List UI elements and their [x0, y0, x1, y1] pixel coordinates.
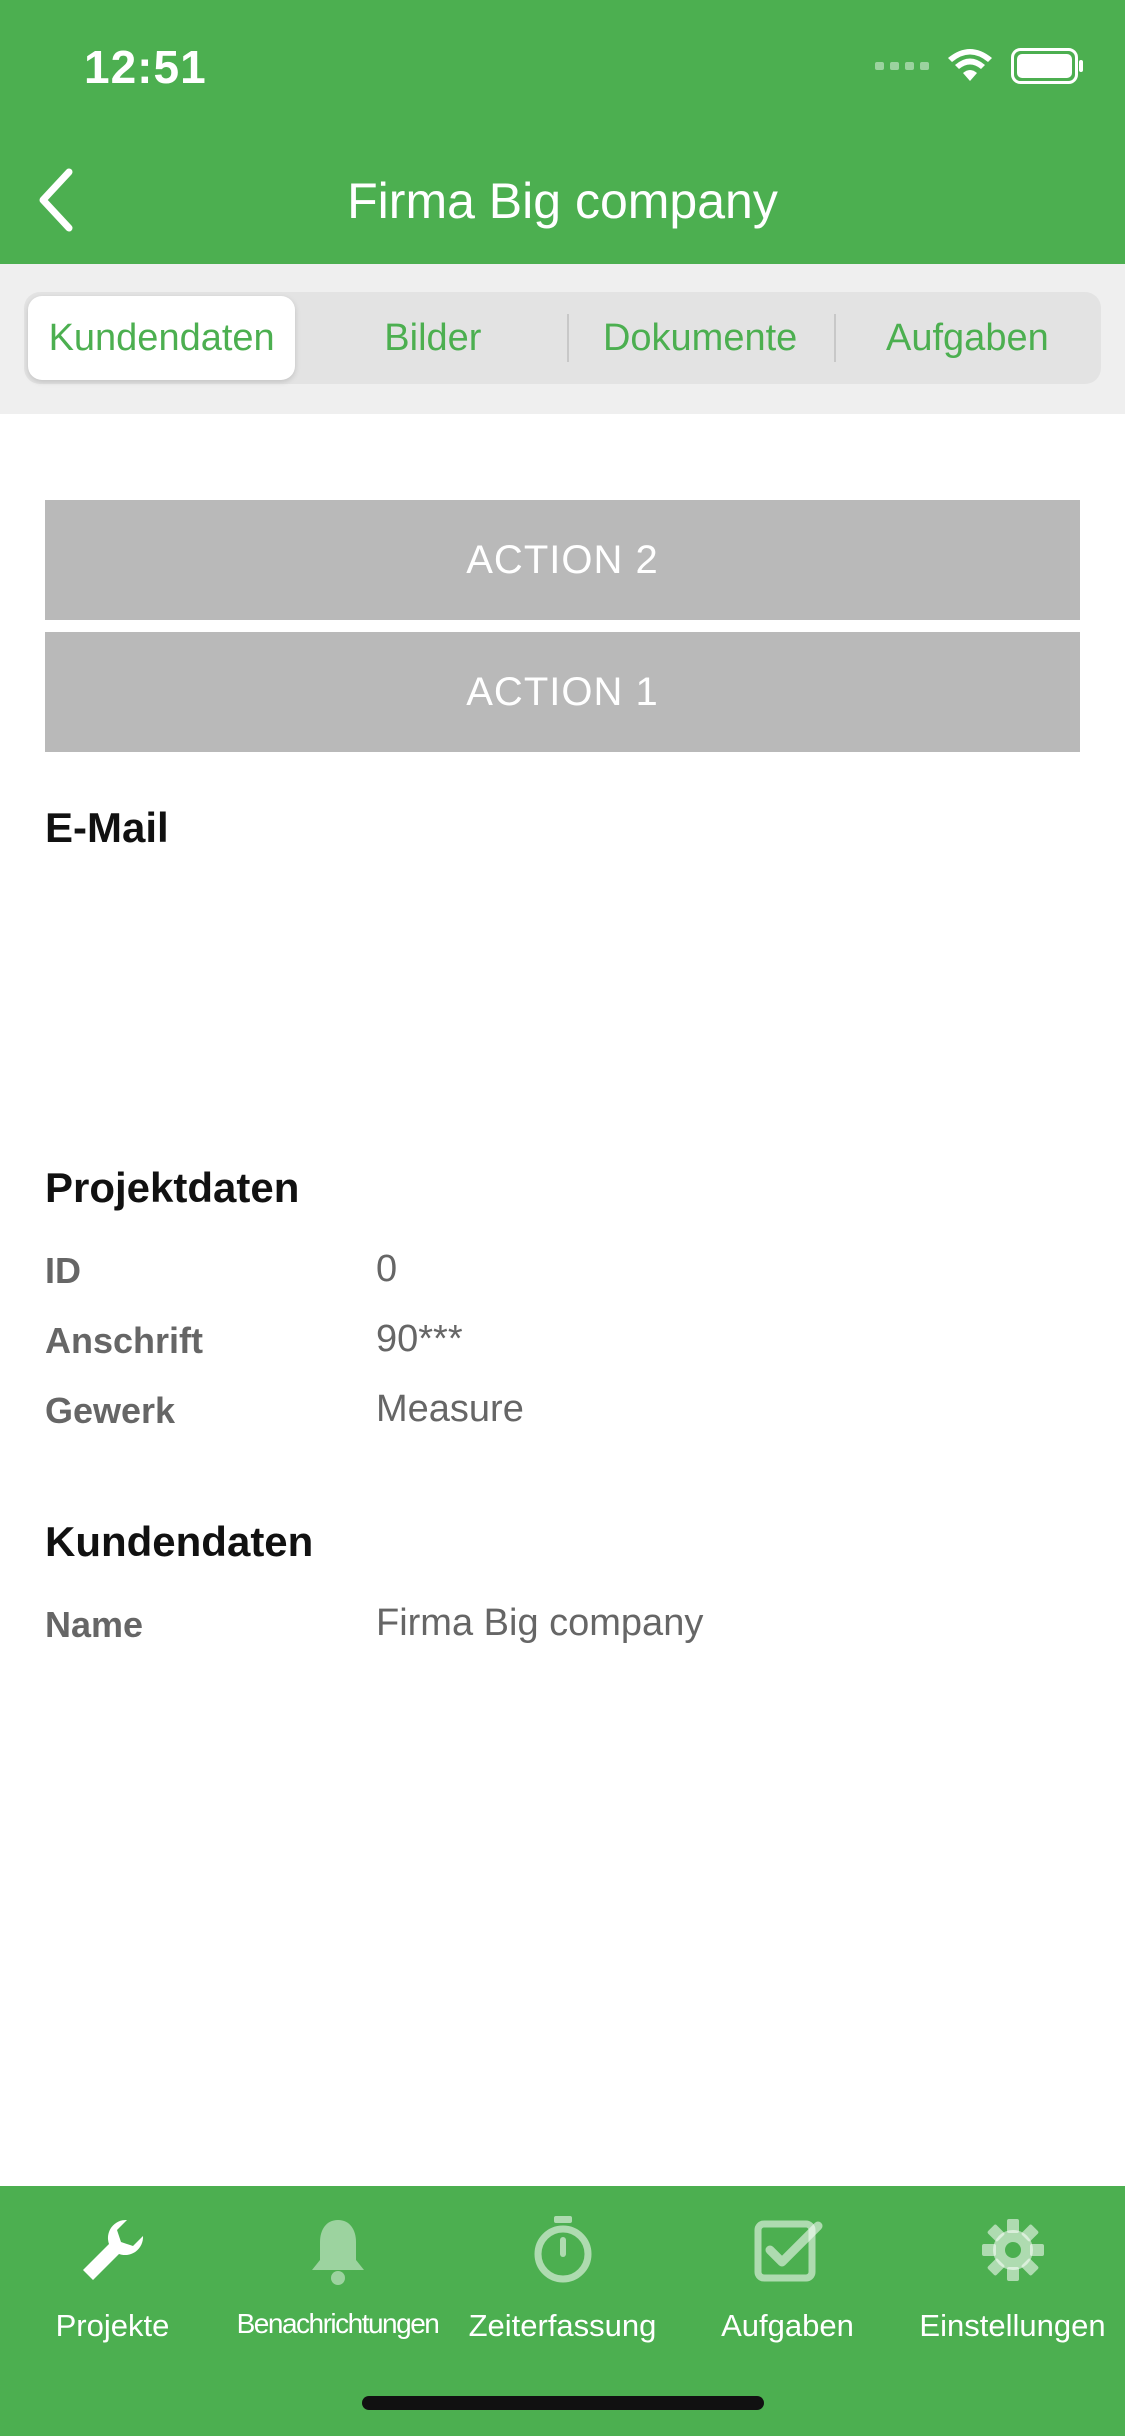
action-2-button[interactable]: ACTION 2: [45, 500, 1080, 620]
bell-icon: [298, 2210, 378, 2290]
segment-aufgaben[interactable]: Aufgaben: [833, 292, 1101, 384]
projektdaten-heading: Projektdaten: [45, 1164, 300, 1211]
segment-bar: Kundendaten Bilder Dokumente Aufgaben: [0, 264, 1125, 414]
kundendaten-heading: Kundendaten: [45, 1518, 314, 1565]
segmented-control: Kundendaten Bilder Dokumente Aufgaben: [24, 292, 1101, 384]
id-label: ID: [45, 1250, 81, 1291]
navigation-bar: Firma Big company: [0, 140, 1125, 264]
gewerk-label: Gewerk: [45, 1390, 176, 1431]
tab-zeiterfassung-label: Zeiterfassung: [468, 2308, 657, 2343]
battery-icon: [1011, 48, 1083, 84]
tab-einstellungen[interactable]: Einstellungen: [900, 2210, 1125, 2344]
tab-benachrichtungen-label: Benachrichtungen: [236, 2308, 440, 2339]
stopwatch-icon: [523, 2210, 603, 2290]
gewerk-value: Measure: [376, 1388, 524, 1430]
name-label: Name: [45, 1604, 144, 1645]
status-time: 12:51: [84, 41, 207, 93]
status-bar: 12:51: [0, 0, 1125, 140]
tab-projekte-label: Projekte: [55, 2308, 170, 2343]
tab-aufgaben[interactable]: Aufgaben: [675, 2210, 900, 2344]
page-title: Firma Big company: [347, 173, 778, 229]
tab-einstellungen-label: Einstellungen: [919, 2308, 1106, 2343]
cellular-signal-icon: [875, 62, 929, 70]
wifi-icon: [948, 49, 992, 81]
anschrift-label: Anschrift: [45, 1320, 204, 1361]
segment-divider: [833, 314, 836, 362]
tab-benachrichtungen[interactable]: Benachrichtungen: [225, 2210, 450, 2340]
tab-aufgaben-label: Aufgaben: [721, 2308, 854, 2343]
segment-bilder[interactable]: Bilder: [299, 292, 566, 384]
anschrift-value: 90***: [376, 1318, 463, 1360]
segment-dokumente[interactable]: Dokumente: [566, 292, 834, 384]
segment-kundendaten[interactable]: Kundendaten: [28, 296, 296, 380]
id-value: 0: [376, 1248, 398, 1290]
tab-projekte[interactable]: Projekte: [0, 2210, 225, 2344]
segment-dokumente-label: Dokumente: [602, 316, 798, 359]
status-icons: [875, 48, 1085, 84]
wrench-icon: [73, 2210, 153, 2290]
gear-icon: [973, 2210, 1053, 2290]
name-value: Firma Big company: [376, 1602, 704, 1644]
home-indicator: [362, 2396, 764, 2410]
checkbox-icon: [748, 2210, 828, 2290]
action-1-button[interactable]: ACTION 1: [45, 632, 1080, 752]
segment-divider: [566, 314, 569, 362]
tab-zeiterfassung[interactable]: Zeiterfassung: [450, 2210, 675, 2344]
segment-aufgaben-label: Aufgaben: [886, 316, 1049, 359]
email-heading: E-Mail: [45, 804, 169, 851]
